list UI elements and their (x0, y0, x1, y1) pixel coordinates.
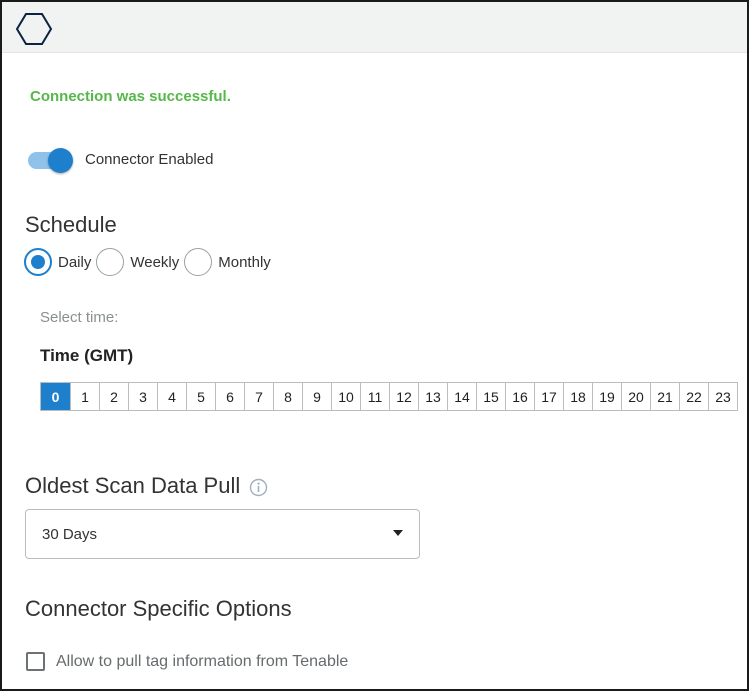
hour-cell-7[interactable]: 7 (244, 383, 273, 410)
radio-daily-label[interactable]: Daily (58, 254, 91, 271)
hour-cell-23[interactable]: 23 (708, 383, 737, 410)
hour-cell-22[interactable]: 22 (679, 383, 708, 410)
oldest-scan-selected-value: 30 Days (42, 526, 98, 543)
radio-daily-circle[interactable] (24, 248, 52, 276)
hour-cell-15[interactable]: 15 (476, 383, 505, 410)
header-bar (2, 2, 747, 53)
hour-cell-12[interactable]: 12 (389, 383, 418, 410)
hour-cell-10[interactable]: 10 (331, 383, 360, 410)
hour-cell-11[interactable]: 11 (360, 383, 389, 410)
hour-cell-9[interactable]: 9 (302, 383, 331, 410)
hour-cell-18[interactable]: 18 (563, 383, 592, 410)
schedule-frequency-radio-group: Daily Weekly Monthly (24, 248, 276, 276)
connection-status-message: Connection was successful. (30, 88, 231, 105)
hour-selector: 0 1 2 3 4 5 6 7 8 9 10 11 12 13 14 15 16 17 18 19 20 21 22 23 (40, 382, 738, 411)
hour-cell-13[interactable]: 13 (418, 383, 447, 410)
radio-weekly-label[interactable]: Weekly (130, 254, 179, 271)
select-time-label: Select time: (40, 309, 119, 326)
hour-cell-0[interactable]: 0 (41, 383, 70, 410)
connector-enabled-toggle[interactable] (26, 147, 76, 175)
radio-weekly[interactable]: Weekly (96, 248, 179, 276)
pull-tags-checkbox[interactable] (26, 652, 45, 671)
hour-cell-2[interactable]: 2 (99, 383, 128, 410)
toggle-knob (48, 148, 73, 173)
pull-tags-option[interactable]: Allow to pull tag information from Tenab… (26, 652, 348, 671)
connector-options-heading: Connector Specific Options (25, 596, 292, 621)
hour-cell-1[interactable]: 1 (70, 383, 99, 410)
connector-enabled-label: Connector Enabled (85, 151, 214, 168)
oldest-scan-heading: Oldest Scan Data Pull (25, 473, 241, 498)
info-icon[interactable] (249, 478, 268, 497)
time-gmt-heading: Time (GMT) (40, 346, 134, 365)
hexagon-logo-icon (15, 13, 53, 45)
pull-tags-label[interactable]: Allow to pull tag information from Tenab… (56, 653, 348, 671)
hour-cell-8[interactable]: 8 (273, 383, 302, 410)
hour-cell-14[interactable]: 14 (447, 383, 476, 410)
hour-cell-20[interactable]: 20 (621, 383, 650, 410)
schedule-heading: Schedule (25, 212, 117, 237)
hour-cell-3[interactable]: 3 (128, 383, 157, 410)
radio-daily[interactable]: Daily (24, 248, 91, 276)
hour-cell-6[interactable]: 6 (215, 383, 244, 410)
hour-cell-5[interactable]: 5 (186, 383, 215, 410)
radio-monthly-circle[interactable] (184, 248, 213, 276)
hour-cell-17[interactable]: 17 (534, 383, 563, 410)
radio-weekly-circle[interactable] (96, 248, 125, 276)
hour-cell-19[interactable]: 19 (592, 383, 621, 410)
caret-down-icon (393, 530, 403, 536)
oldest-scan-dropdown[interactable]: 30 Days (25, 509, 420, 559)
radio-monthly[interactable]: Monthly (184, 248, 271, 276)
hour-cell-21[interactable]: 21 (650, 383, 679, 410)
hour-cell-16[interactable]: 16 (505, 383, 534, 410)
radio-monthly-label[interactable]: Monthly (218, 254, 271, 271)
hour-cell-4[interactable]: 4 (157, 383, 186, 410)
connector-settings-panel: Connection was successful. Connector Ena… (0, 0, 749, 691)
